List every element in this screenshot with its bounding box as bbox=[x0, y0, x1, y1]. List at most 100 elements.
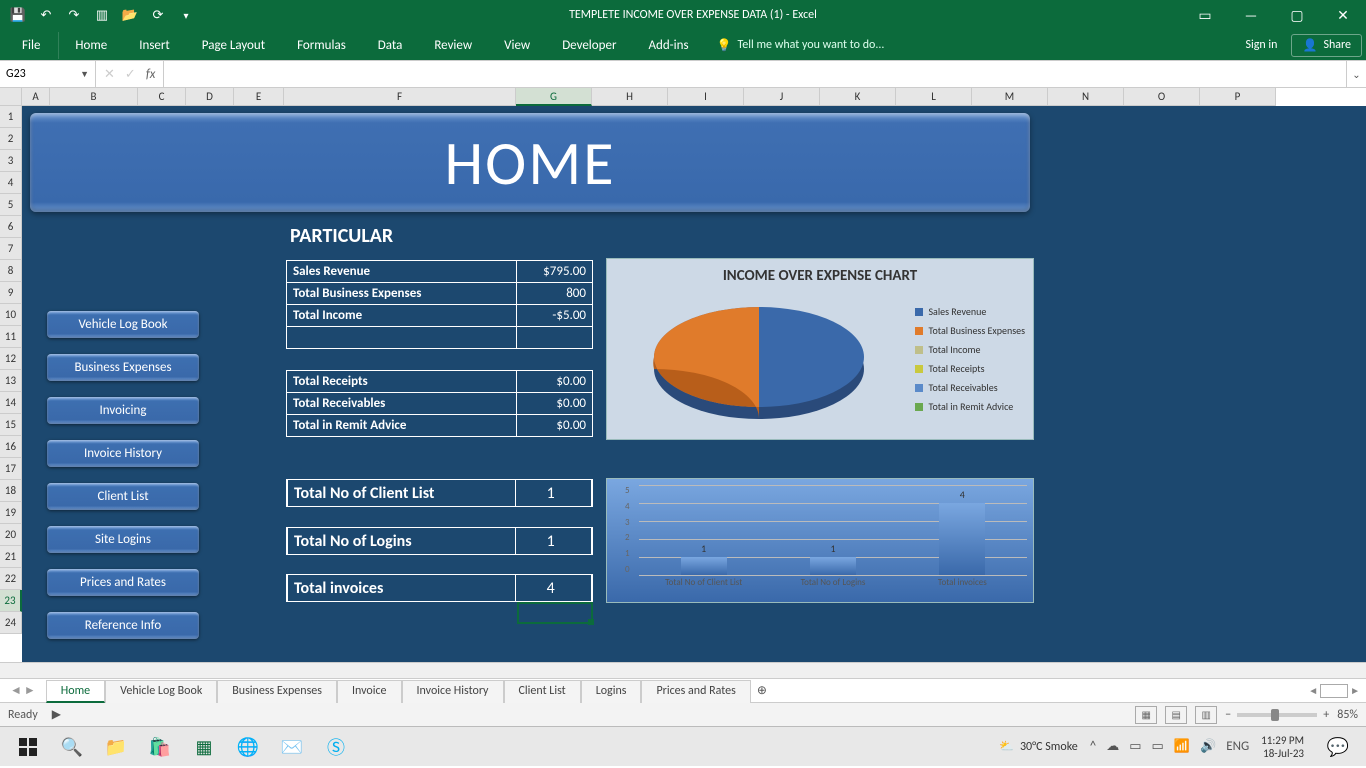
column-header-A[interactable]: A bbox=[22, 88, 50, 106]
share-button[interactable]: 👤 Share bbox=[1291, 34, 1362, 57]
excel-icon[interactable]: ▦ bbox=[182, 727, 226, 767]
weather-widget[interactable]: ⛅ 30°C Smoke bbox=[999, 739, 1078, 754]
language-indicator[interactable]: ENG bbox=[1226, 739, 1249, 754]
nav-button-invoice-history[interactable]: Invoice History bbox=[47, 440, 199, 467]
sheet-tab-invoice[interactable]: Invoice bbox=[337, 680, 402, 703]
column-header-P[interactable]: P bbox=[1200, 88, 1276, 106]
wifi-icon[interactable]: 📶 bbox=[1174, 739, 1190, 754]
row-header-3[interactable]: 3 bbox=[0, 150, 22, 172]
notifications-icon[interactable]: 💬 bbox=[1316, 727, 1360, 767]
file-tab[interactable]: File bbox=[4, 32, 59, 59]
column-header-F[interactable]: F bbox=[284, 88, 516, 106]
row-header-16[interactable]: 16 bbox=[0, 436, 22, 458]
skype-icon[interactable]: Ⓢ bbox=[314, 727, 358, 767]
row-header-9[interactable]: 9 bbox=[0, 282, 22, 304]
select-all-triangle[interactable] bbox=[0, 88, 22, 106]
row-header-19[interactable]: 19 bbox=[0, 502, 22, 524]
nav-button-invoicing[interactable]: Invoicing bbox=[47, 397, 199, 424]
ribbon-tab-page-layout[interactable]: Page Layout bbox=[186, 32, 281, 59]
row-header-5[interactable]: 5 bbox=[0, 194, 22, 216]
row-header-12[interactable]: 12 bbox=[0, 348, 22, 370]
column-header-B[interactable]: B bbox=[50, 88, 138, 106]
tray-chevron-icon[interactable]: ^ bbox=[1090, 739, 1096, 754]
redo-icon[interactable]: ↷ bbox=[62, 3, 86, 27]
counts-bar-chart[interactable]: 543210 1Total No of Client List1Total No… bbox=[606, 478, 1034, 603]
sheet-tab-prices-and-rates[interactable]: Prices and Rates bbox=[641, 680, 750, 703]
row-header-7[interactable]: 7 bbox=[0, 238, 22, 260]
chevron-left-icon[interactable]: ◄ bbox=[1308, 684, 1318, 697]
zoom-out-icon[interactable]: − bbox=[1225, 708, 1231, 722]
sheet-nav-prev-icon[interactable]: ◄ bbox=[10, 683, 22, 698]
volume-icon[interactable]: 🔊 bbox=[1200, 739, 1216, 754]
row-header-6[interactable]: 6 bbox=[0, 216, 22, 238]
row-header-8[interactable]: 8 bbox=[0, 260, 22, 282]
undo-icon[interactable]: ↶ bbox=[34, 3, 58, 27]
sign-in-link[interactable]: Sign in bbox=[1245, 38, 1277, 52]
name-box[interactable]: G23 ▼ bbox=[0, 61, 96, 87]
row-header-22[interactable]: 22 bbox=[0, 568, 22, 590]
enter-formula-icon[interactable]: ✓ bbox=[125, 67, 136, 82]
column-header-K[interactable]: K bbox=[820, 88, 896, 106]
column-header-N[interactable]: N bbox=[1048, 88, 1124, 106]
nav-button-site-logins[interactable]: Site Logins bbox=[47, 526, 199, 553]
row-header-11[interactable]: 11 bbox=[0, 326, 22, 348]
chrome-icon[interactable]: 🌐 bbox=[226, 727, 270, 767]
nav-button-client-list[interactable]: Client List bbox=[47, 483, 199, 510]
chevron-down-icon[interactable]: ▼ bbox=[80, 69, 89, 80]
ribbon-tab-add-ins[interactable]: Add-ins bbox=[632, 32, 704, 59]
sheet-canvas[interactable]: HOME PARTICULAR Vehicle Log BookBusiness… bbox=[22, 106, 1366, 662]
open-icon[interactable]: 📂 bbox=[118, 3, 142, 27]
ribbon-tab-formulas[interactable]: Formulas bbox=[281, 32, 362, 59]
sheet-tab-invoice-history[interactable]: Invoice History bbox=[402, 680, 504, 703]
cast-icon[interactable]: ▭ bbox=[1129, 739, 1141, 754]
save-icon[interactable]: 💾 bbox=[6, 3, 30, 27]
refresh-icon[interactable]: ⟳ bbox=[146, 3, 170, 27]
column-header-I[interactable]: I bbox=[668, 88, 744, 106]
chevron-right-icon[interactable]: ► bbox=[1350, 684, 1360, 697]
tell-me[interactable]: 💡 Tell me what you want to do... bbox=[717, 38, 885, 53]
minimize-icon[interactable]: — bbox=[1228, 0, 1274, 30]
row-header-14[interactable]: 14 bbox=[0, 392, 22, 414]
sheet-tab-vehicle-log-book[interactable]: Vehicle Log Book bbox=[105, 680, 217, 703]
zoom-level[interactable]: 85% bbox=[1337, 708, 1358, 722]
formula-input[interactable] bbox=[164, 61, 1346, 87]
onedrive-icon[interactable]: ☁ bbox=[1106, 739, 1119, 754]
formula-bar-expand-icon[interactable]: ⌄ bbox=[1346, 61, 1366, 87]
column-header-J[interactable]: J bbox=[744, 88, 820, 106]
page-break-view-icon[interactable]: ▥ bbox=[1195, 706, 1217, 724]
start-button[interactable] bbox=[6, 727, 50, 767]
macro-record-icon[interactable]: ▶ bbox=[52, 707, 61, 722]
column-header-H[interactable]: H bbox=[592, 88, 668, 106]
ribbon-tab-insert[interactable]: Insert bbox=[123, 32, 186, 59]
sheet-nav-next-icon[interactable]: ► bbox=[24, 683, 36, 698]
row-header-1[interactable]: 1 bbox=[0, 106, 22, 128]
sheet-tab-logins[interactable]: Logins bbox=[581, 680, 642, 703]
row-header-13[interactable]: 13 bbox=[0, 370, 22, 392]
column-header-G[interactable]: G bbox=[516, 88, 592, 106]
system-tray[interactable]: ^ ☁ ▭ ▭ 📶 🔊 ENG bbox=[1090, 739, 1249, 754]
file-explorer-icon[interactable]: 📁 bbox=[94, 727, 138, 767]
row-header-10[interactable]: 10 bbox=[0, 304, 22, 326]
quickprint-icon[interactable]: ▥ bbox=[90, 3, 114, 27]
new-sheet-button[interactable]: ⊕ bbox=[751, 683, 773, 698]
zoom-in-icon[interactable]: + bbox=[1323, 708, 1329, 722]
zoom-slider[interactable]: − + bbox=[1225, 708, 1329, 722]
column-header-D[interactable]: D bbox=[186, 88, 234, 106]
ribbon-tab-home[interactable]: Home bbox=[59, 32, 123, 59]
row-header-23[interactable]: 23 bbox=[0, 590, 22, 612]
row-header-21[interactable]: 21 bbox=[0, 546, 22, 568]
column-header-L[interactable]: L bbox=[896, 88, 972, 106]
nav-button-vehicle-log-book[interactable]: Vehicle Log Book bbox=[47, 311, 199, 338]
nav-button-reference-info[interactable]: Reference Info bbox=[47, 612, 199, 639]
cancel-formula-icon[interactable]: ✕ bbox=[104, 67, 115, 82]
sheet-tab-client-list[interactable]: Client List bbox=[504, 680, 581, 703]
ribbon-display-icon[interactable]: ▭ bbox=[1182, 0, 1228, 30]
close-icon[interactable]: ✕ bbox=[1320, 0, 1366, 30]
fx-icon[interactable]: fx bbox=[146, 67, 156, 82]
ribbon-tab-data[interactable]: Data bbox=[362, 32, 419, 59]
restore-icon[interactable]: ▢ bbox=[1274, 0, 1320, 30]
ribbon-tab-developer[interactable]: Developer bbox=[546, 32, 632, 59]
battery-icon[interactable]: ▭ bbox=[1152, 739, 1164, 754]
nav-button-business-expenses[interactable]: Business Expenses bbox=[47, 354, 199, 381]
active-cell[interactable] bbox=[517, 602, 593, 624]
